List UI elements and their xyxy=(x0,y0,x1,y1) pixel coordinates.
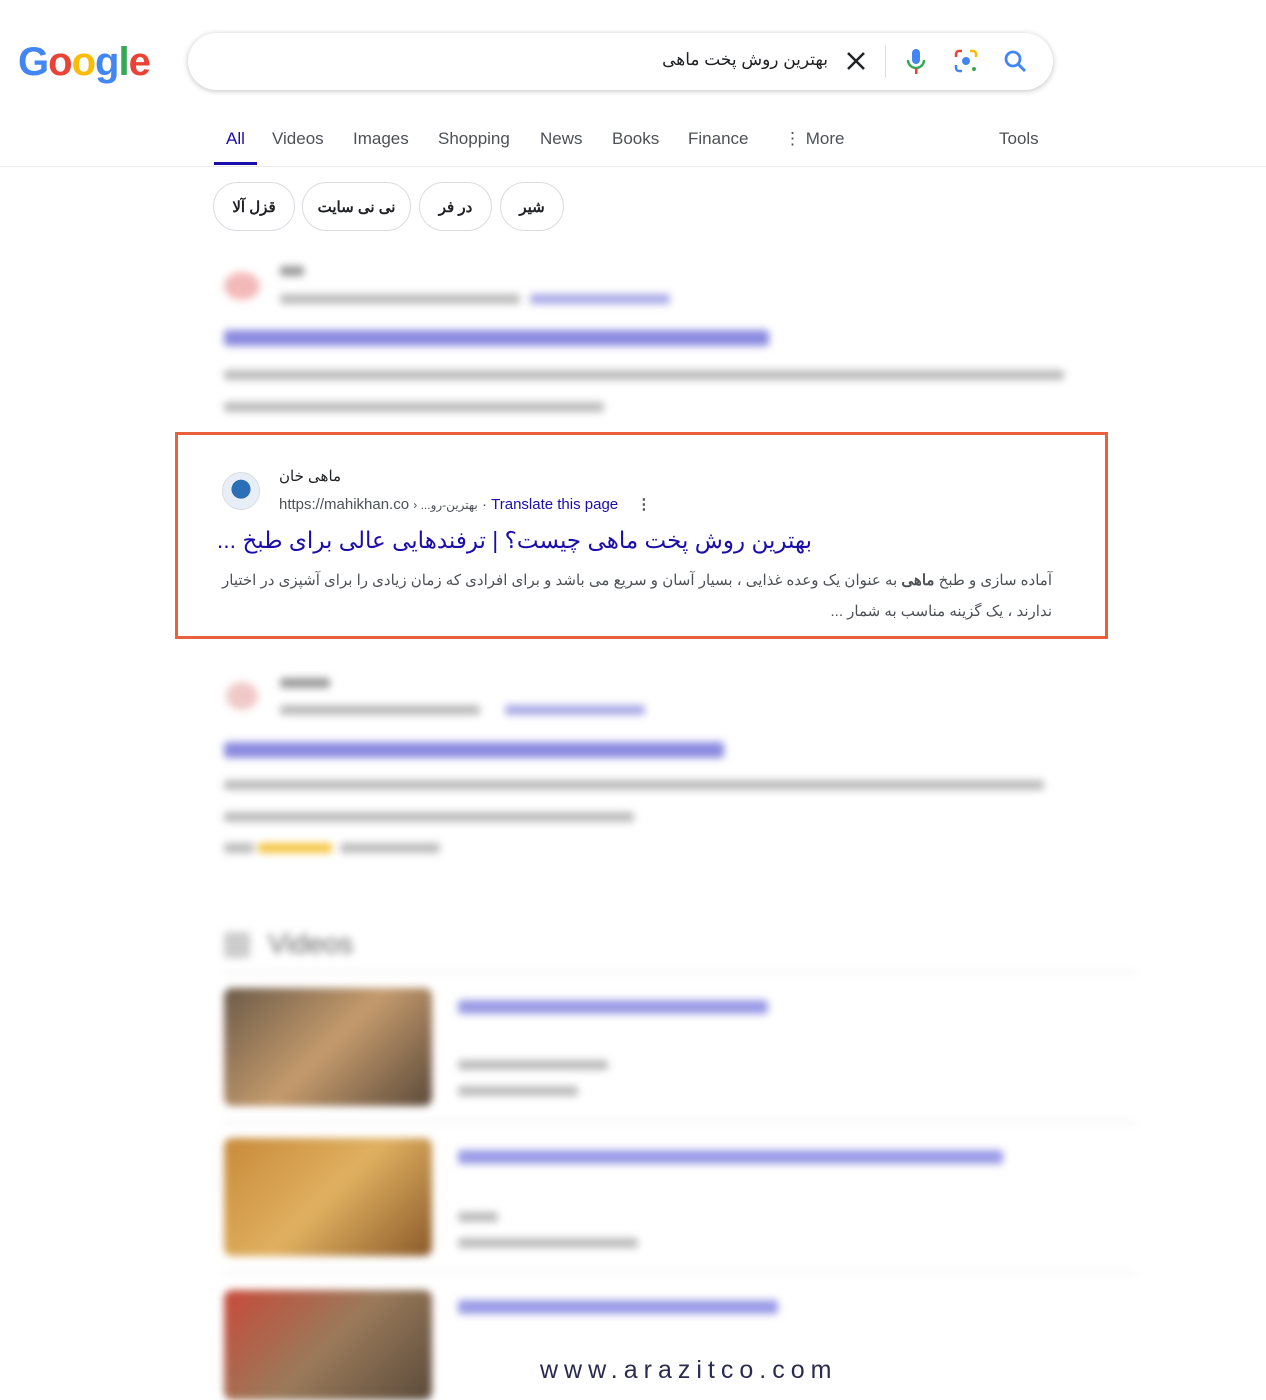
videos-heading: Videos xyxy=(268,928,354,959)
site-favicon xyxy=(222,472,260,510)
mic-icon[interactable] xyxy=(902,47,930,75)
chip-filter[interactable]: در فر xyxy=(419,182,492,231)
result-title-link[interactable]: بهترین روش پخت ماهی چیست؟ | ترفندهایی عا… xyxy=(217,527,812,554)
video-thumbnail[interactable] xyxy=(224,988,432,1106)
tab-books[interactable]: Books xyxy=(612,129,659,149)
more-options-icon[interactable]: ⋮ xyxy=(636,496,651,513)
url-path: › ...بهترین-رو xyxy=(413,498,478,512)
tab-all[interactable]: All xyxy=(214,129,257,165)
tab-images[interactable]: Images xyxy=(353,129,409,149)
more-vert-icon: ⋮ xyxy=(784,129,801,148)
tab-news[interactable]: News xyxy=(540,129,583,149)
watermark: www.arazitco.com xyxy=(540,1356,838,1384)
result-snippet: آماده سازی و طبخ ماهی به عنوان یک وعده غ… xyxy=(222,565,1052,627)
tab-more[interactable]: ⋮ More xyxy=(784,129,844,149)
chip-filter[interactable]: نی نی سایت xyxy=(302,182,411,231)
chip-filter[interactable]: شیر xyxy=(500,182,564,231)
tab-more-label: More xyxy=(805,129,845,148)
tab-videos[interactable]: Videos xyxy=(272,129,324,149)
snippet-text: آماده سازی و طبخ xyxy=(934,572,1052,589)
video-thumbnail[interactable] xyxy=(224,1138,432,1256)
search-tabs: All Videos Images Shopping News Books Fi… xyxy=(0,120,1266,167)
tab-finance[interactable]: Finance xyxy=(688,129,748,149)
search-input[interactable]: بهترین روش پخت ماهی xyxy=(662,50,828,70)
close-icon[interactable] xyxy=(842,47,870,75)
divider xyxy=(885,45,886,78)
snippet-bold: ماهی xyxy=(901,572,935,589)
tools-button[interactable]: Tools xyxy=(999,129,1039,149)
lens-icon[interactable] xyxy=(952,47,980,75)
chip-filter[interactable]: قزل آلا xyxy=(213,182,295,231)
site-name: ماهی خان xyxy=(279,468,342,485)
url-domain: https://mahikhan.co xyxy=(279,496,410,513)
search-box[interactable]: بهترین روش پخت ماهی xyxy=(188,33,1053,90)
google-logo[interactable]: Google xyxy=(18,40,151,85)
search-icon[interactable] xyxy=(1001,47,1029,75)
tab-shopping[interactable]: Shopping xyxy=(438,129,510,149)
result-url[interactable]: https://mahikhan.co › ...بهترین-رو · Tra… xyxy=(279,495,651,513)
translate-link[interactable]: Translate this page xyxy=(491,496,618,513)
video-thumbnail[interactable] xyxy=(224,1290,432,1400)
